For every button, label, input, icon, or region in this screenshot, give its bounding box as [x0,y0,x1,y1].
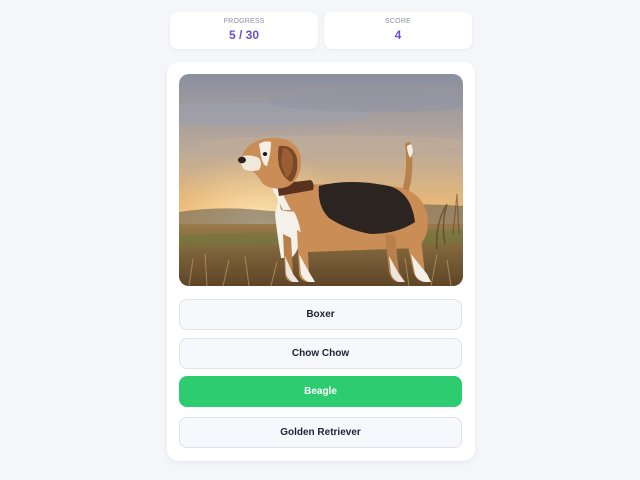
score-card: SCORE 4 [324,12,472,49]
progress-label: PROGRESS [223,18,265,25]
answer-option-chow-chow[interactable]: Chow Chow [179,338,462,369]
progress-current: 5 [228,28,236,42]
quiz-card: Boxer Chow Chow Beagle Golden Retriever [167,62,475,461]
answer-option-beagle[interactable]: Beagle [179,376,462,407]
progress-separator: / [238,28,243,42]
score-label: SCORE [385,18,411,25]
answer-option-boxer[interactable]: Boxer [179,299,462,330]
score-value: 4 [394,28,402,42]
dog-photo [179,74,463,286]
progress-card: PROGRESS 5 / 30 [170,12,318,49]
progress-total: 30 [245,28,260,42]
progress-value: 5 / 30 [170,28,318,42]
answer-option-golden-retriever[interactable]: Golden Retriever [179,417,462,448]
